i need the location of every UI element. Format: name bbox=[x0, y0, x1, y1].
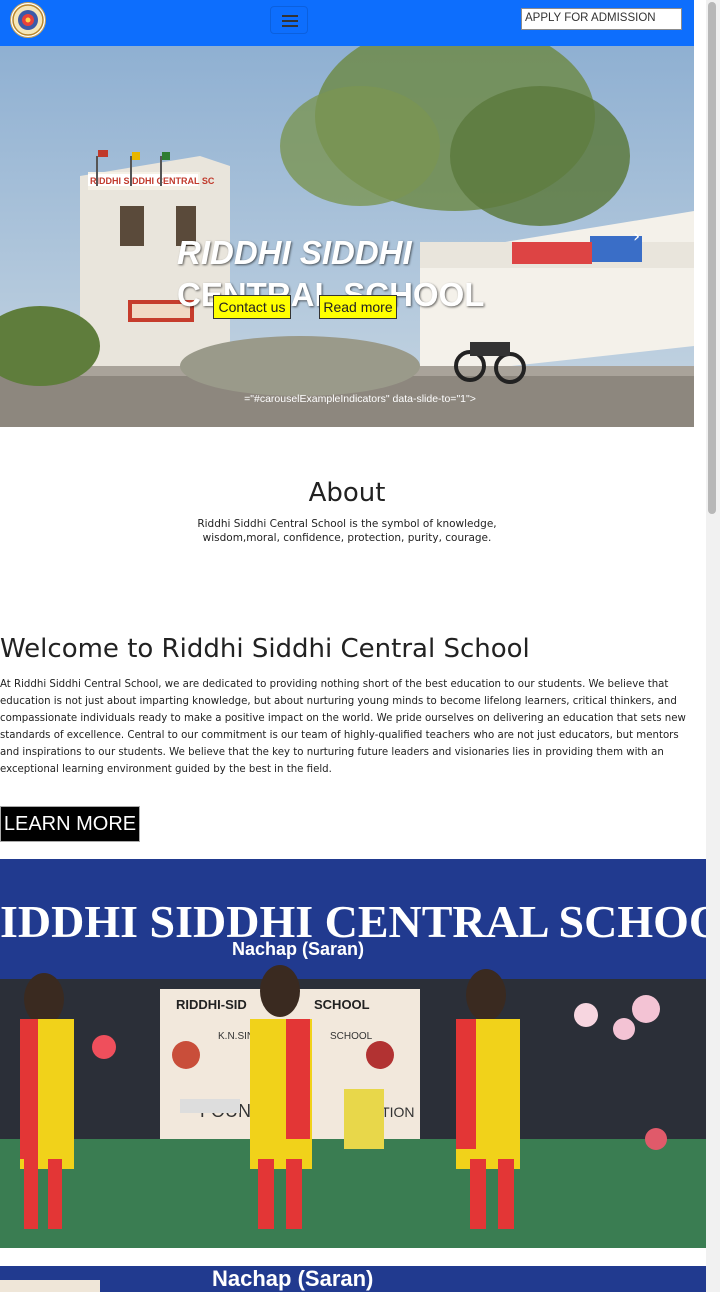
school-logo[interactable] bbox=[10, 2, 46, 38]
strip-text: Nachap (Saran) bbox=[212, 1266, 373, 1291]
annual-function-photo: IDDHI SIDDHI CENTRAL SCHOOL Nachap (Sara… bbox=[0, 859, 708, 1248]
board-line-2: SCHOOL bbox=[330, 1031, 373, 1042]
svg-text:RIDDHI SIDDHI CENTRAL SC: RIDDHI SIDDHI CENTRAL SC bbox=[90, 176, 215, 186]
board-title-2: SCHOOL bbox=[314, 997, 370, 1012]
navbar: APPLY FOR ADMISSION bbox=[0, 0, 694, 46]
scrollbar-thumb[interactable] bbox=[708, 2, 716, 514]
welcome-paragraph: At Riddhi Siddhi Central School, we are … bbox=[0, 679, 686, 775]
apply-for-admission-field[interactable]: APPLY FOR ADMISSION bbox=[521, 8, 682, 30]
chevron-right-icon: › bbox=[633, 226, 641, 247]
banner-photo-strip: Nachap (Saran) bbox=[0, 1266, 708, 1292]
carousel-next-control[interactable]: › bbox=[633, 224, 653, 250]
board-title: RIDDHI-SID bbox=[176, 997, 247, 1012]
hero-carousel: RIDDHI SIDDHI CENTRAL SC › RIDDHI SIDDHI… bbox=[0, 46, 694, 427]
stray-markup-text: ="#carouselExampleIndicators" data-slide… bbox=[244, 393, 476, 405]
about-text: Riddhi Siddhi Central School is the symb… bbox=[197, 518, 497, 544]
welcome-title: Welcome to Riddhi Siddhi Central School bbox=[0, 634, 530, 664]
banner-subtext: Nachap (Saran) bbox=[232, 939, 364, 959]
about-title: About bbox=[308, 478, 386, 508]
carousel-prev-control[interactable] bbox=[40, 224, 60, 250]
dance-performance-image: IDDHI SIDDHI CENTRAL SCHOOL Nachap (Sara… bbox=[0, 859, 708, 1248]
contact-us-button[interactable]: Contact us bbox=[213, 295, 291, 319]
second-photo: Nachap (Saran) bbox=[0, 1266, 708, 1292]
school-emblem-icon bbox=[12, 4, 44, 36]
learn-more-button[interactable]: LEARN MORE bbox=[0, 806, 140, 842]
read-more-button[interactable]: Read more bbox=[319, 295, 397, 319]
hero-title-line1: RIDDHI SIDDHI bbox=[177, 234, 412, 271]
page-scrollbar[interactable] bbox=[706, 0, 720, 1292]
navbar-toggler-button[interactable] bbox=[270, 6, 308, 34]
